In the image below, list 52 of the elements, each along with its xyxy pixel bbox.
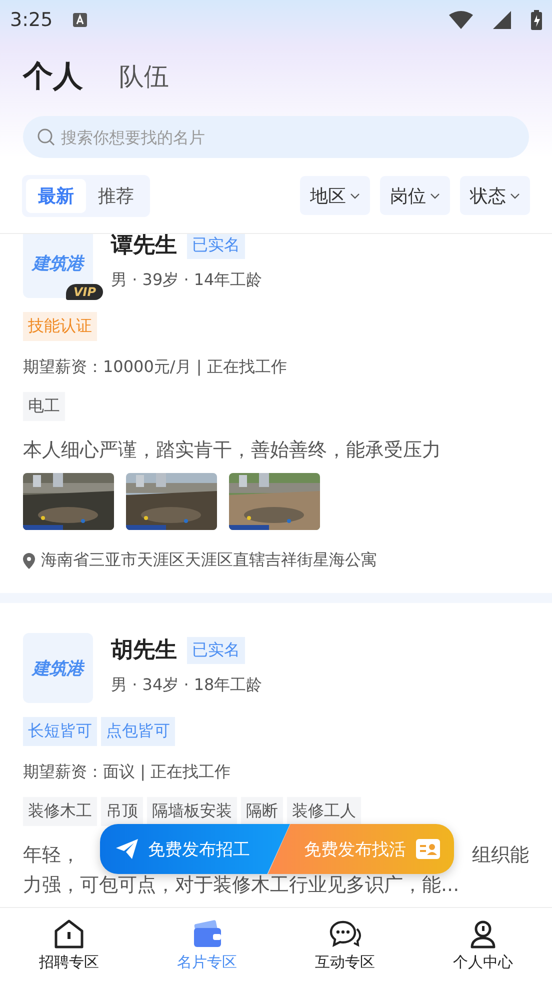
- avatar-logo: 建筑港: [32, 658, 84, 680]
- id-card-icon: [416, 839, 440, 859]
- trade-tag: 装修工人: [287, 797, 361, 826]
- verified-tag: 已实名: [187, 636, 245, 664]
- verified-tag: 已实名: [187, 234, 245, 258]
- search-icon: [37, 128, 55, 146]
- trade-tag: 隔断: [241, 797, 283, 826]
- chat-icon: [328, 919, 362, 949]
- person-meta: 男 · 39岁 · 14年工龄: [111, 270, 262, 291]
- description-fragment: 组织能: [472, 843, 529, 868]
- description: 本人细心严谨，踏实肯干，善始善终，能承受压力: [23, 438, 442, 463]
- header-tab[interactable]: 个人: [23, 56, 83, 96]
- trade-tag: 隔墙板安装: [147, 797, 237, 826]
- chevron-down-icon: [510, 192, 520, 198]
- search-field[interactable]: 搜索你想要找的名片: [23, 116, 529, 158]
- description-fragment: 年轻，: [23, 843, 80, 868]
- person-name: 胡先生: [111, 637, 177, 665]
- chevron-down-icon: [350, 192, 360, 198]
- post-job-button[interactable]: 免费发布招工: [100, 824, 290, 874]
- feature-tag: 长短皆可: [23, 717, 97, 746]
- trade-tag: 吊顶: [101, 797, 143, 826]
- salary-text: 期望薪资：10000元/月 | 正在找工作: [23, 357, 288, 378]
- status-time: 3:25: [10, 9, 53, 31]
- trade-tag: 电工: [23, 392, 65, 421]
- wifi-icon: [449, 11, 473, 29]
- location-pin-icon: [23, 552, 35, 568]
- wallet-icon: [191, 919, 223, 949]
- nav-tab[interactable]: 个人中心: [414, 908, 552, 983]
- paper-plane-icon: [116, 839, 138, 859]
- user-icon: [468, 919, 498, 949]
- salary-text: 期望薪资：面议 | 正在找工作: [23, 762, 232, 783]
- feature-tag: 点包皆可: [101, 717, 175, 746]
- nav-tab[interactable]: 招聘专区: [0, 908, 138, 983]
- trade-tag: 装修木工: [23, 797, 97, 826]
- nav-tab[interactable]: 互动专区: [276, 908, 414, 983]
- filter-dropdown[interactable]: 岗位: [380, 176, 450, 215]
- filter-dropdown[interactable]: 地区: [300, 176, 370, 215]
- person-meta: 男 · 34岁 · 18年工龄: [111, 675, 262, 696]
- vip-badge: VIP: [66, 284, 103, 300]
- location-text: 海南省三亚市天涯区天涯区直辖吉祥街星海公寓: [41, 550, 377, 571]
- skill-tag: 技能认证: [23, 312, 97, 341]
- description: 力强，可包可点，对于装修木工行业见多识广，能...: [23, 873, 460, 898]
- filter-dropdown[interactable]: 状态: [460, 176, 530, 215]
- avatar-logo: 建筑港: [32, 252, 84, 274]
- header-tab[interactable]: 队伍: [119, 60, 169, 92]
- sort-tab[interactable]: 推荐: [86, 178, 146, 212]
- keyboard-icon: [72, 13, 87, 27]
- home-icon: [53, 919, 85, 949]
- chevron-down-icon: [430, 192, 440, 198]
- signal-icon: [493, 11, 511, 29]
- battery-icon: [531, 10, 542, 30]
- sort-tab[interactable]: 最新: [26, 178, 86, 212]
